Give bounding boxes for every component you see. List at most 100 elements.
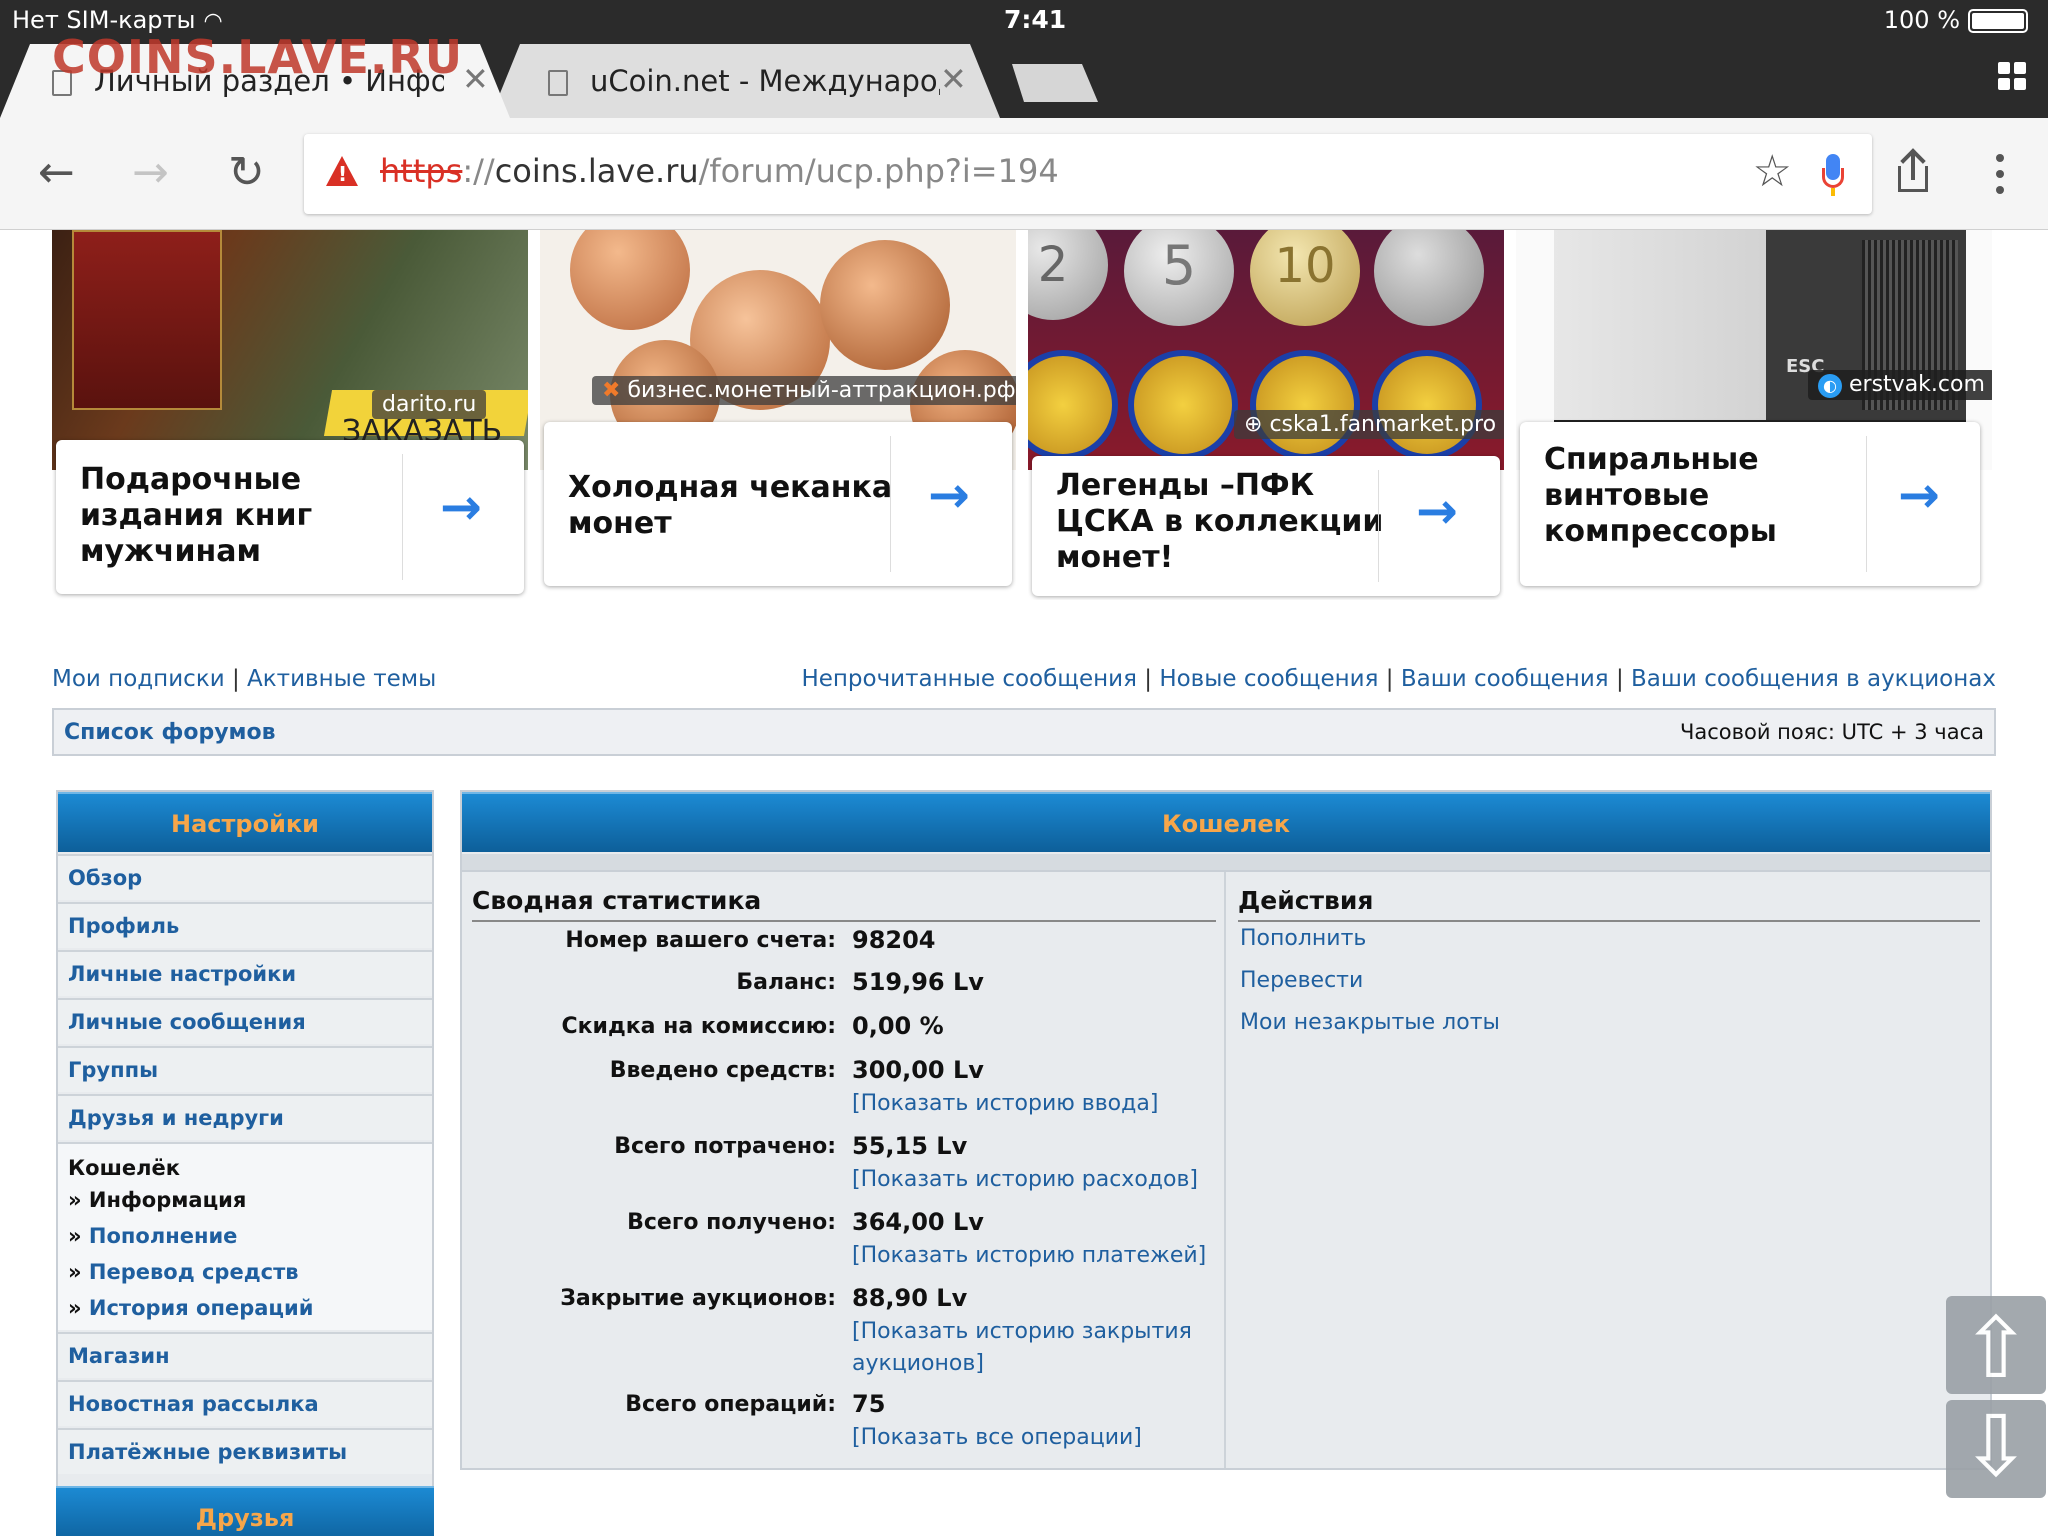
- deposit-history-link[interactable]: [Показать историю ввода]: [852, 1088, 1158, 1120]
- sidebar-item-profile[interactable]: Профиль: [58, 902, 432, 948]
- url-text[interactable]: https://coins.lave.ru/forum/ucp.php?i=19…: [380, 152, 1059, 190]
- ad-card[interactable]: Подарочные издания книг мужчинам →: [56, 440, 524, 594]
- actions-column: Действия Пополнить Перевести Мои незакры…: [1228, 872, 1992, 1468]
- auction-history-link[interactable]: [Показать историю закрытия аукционов]: [852, 1316, 1192, 1380]
- link-auction-posts[interactable]: Ваши сообщения в аукционах: [1631, 666, 1996, 692]
- sidebar-item-groups[interactable]: Группы: [58, 1046, 432, 1092]
- link-your-posts[interactable]: Ваши сообщения: [1401, 666, 1609, 692]
- close-icon[interactable]: ✕: [462, 60, 489, 98]
- wallet-link-deposit[interactable]: » Пополнение: [68, 1224, 237, 1248]
- stat-label: Введено средств:: [609, 1058, 836, 1083]
- sidebar-item-friends-foes[interactable]: Друзья и недруги: [58, 1094, 432, 1140]
- ad-card[interactable]: Спиральные винтовые компрессоры →: [1520, 422, 1980, 586]
- stat-value: 364,00 Lv: [852, 1208, 984, 1236]
- url-separator: ://: [462, 152, 495, 190]
- payment-history-link[interactable]: [Показать историю платежей]: [852, 1240, 1206, 1272]
- arrow-up-icon: ⇧: [1960, 1299, 2032, 1397]
- ad-source: darito.ru: [372, 390, 487, 419]
- ad-cska[interactable]: 2 5 10 ⊕ cska1.fanmarket.pro Легенды –ПФ…: [1028, 230, 1504, 600]
- arrow-right-icon[interactable]: →: [928, 466, 970, 524]
- coin-5: 5: [1124, 230, 1234, 326]
- sidebar-item-shop[interactable]: Магазин: [58, 1332, 432, 1378]
- url-host: coins.lave.ru: [494, 152, 699, 190]
- tab-switcher-icon[interactable]: [1998, 62, 2028, 92]
- arrow-right-icon[interactable]: →: [440, 478, 482, 536]
- ad-title: Легенды –ПФК ЦСКА в коллекции монет!: [1056, 468, 1384, 575]
- action-open-lots-link[interactable]: Мои незакрытые лоты: [1240, 1010, 1500, 1035]
- bullet: »: [68, 1260, 82, 1284]
- stat-label: Баланс:: [736, 970, 836, 995]
- scroll-down-button[interactable]: ⇩: [1946, 1400, 2046, 1498]
- more-menu-icon[interactable]: [1996, 154, 2004, 194]
- forum-list-link[interactable]: Список форумов: [64, 720, 276, 745]
- ad-card[interactable]: Легенды –ПФК ЦСКА в коллекции монет! →: [1032, 456, 1500, 596]
- microphone-icon[interactable]: [1822, 154, 1844, 198]
- actions-title: Действия: [1238, 886, 1374, 915]
- link-separator: |: [1608, 666, 1632, 692]
- ad-divider: [1378, 470, 1379, 582]
- sidebar-item-label: Профиль: [68, 914, 180, 938]
- expense-history-link[interactable]: [Показать историю расходов]: [852, 1164, 1198, 1196]
- arrow-down-icon: ⇩: [1960, 1397, 2032, 1495]
- sidebar-title: Настройки: [58, 792, 432, 852]
- all-operations-link[interactable]: [Показать все операции]: [852, 1422, 1142, 1454]
- address-bar[interactable]: https://coins.lave.ru/forum/ucp.php?i=19…: [304, 134, 1872, 214]
- coin-10: 10: [1250, 230, 1360, 326]
- ad-books[interactable]: ЗАКАЗАТЬ darito.ru Подарочные издания кн…: [52, 230, 528, 600]
- ad-divider: [1866, 436, 1867, 572]
- wallet-link-history[interactable]: » История операций: [68, 1296, 313, 1320]
- stat-label: Всего потрачено:: [614, 1134, 836, 1159]
- coin-cska: [1128, 350, 1238, 460]
- tab-ucoin[interactable]: uCoin.net - Международны ✕: [490, 44, 1000, 118]
- link-active-topics[interactable]: Активные темы: [247, 666, 436, 692]
- reload-icon[interactable]: ↻: [228, 148, 265, 198]
- quick-links-right: Непрочитанные сообщения | Новые сообщени…: [801, 666, 1996, 692]
- link-new[interactable]: Новые сообщения: [1159, 666, 1378, 692]
- back-arrow-icon[interactable]: ←: [38, 148, 75, 198]
- new-tab-button[interactable]: [1012, 64, 1098, 102]
- link-unread[interactable]: Непрочитанные сообщения: [801, 666, 1137, 692]
- wallet-link-transfer[interactable]: » Перевод средств: [68, 1260, 299, 1284]
- ad-compressors[interactable]: ESC ◐ erstvak.com Спиральные винтовые ко…: [1516, 230, 1992, 600]
- scroll-up-button[interactable]: ⇧: [1946, 1296, 2046, 1394]
- stat-value: 98204: [852, 926, 936, 954]
- battery-icon: [1968, 9, 2028, 33]
- sidebar-item-overview[interactable]: Обзор: [58, 854, 432, 900]
- ad-card[interactable]: Холодная чеканка монет →: [544, 422, 1012, 586]
- action-deposit-link[interactable]: Пополнить: [1240, 926, 1366, 951]
- url-path: /forum/ucp.php?i=194: [698, 152, 1059, 190]
- status-battery: 100 %: [1884, 6, 2028, 34]
- wallet-current-label: Информация: [88, 1188, 247, 1212]
- stat-value: 75: [852, 1390, 886, 1418]
- ad-source: ◐ erstvak.com: [1808, 370, 1992, 400]
- arrow-right-icon[interactable]: →: [1898, 466, 1940, 524]
- wallet-title: Кошелёк: [68, 1156, 181, 1180]
- link-separator: |: [224, 666, 248, 692]
- stat-value: 519,96 Lv: [852, 968, 984, 996]
- wallet-panel-title: Кошелек: [462, 792, 1990, 852]
- sidebar-item-payment-details[interactable]: Платёжные реквизиты: [58, 1428, 432, 1474]
- ad-divider: [890, 436, 891, 572]
- sidebar-item-messages[interactable]: Личные сообщения: [58, 998, 432, 1044]
- auction-history-link-line1: [Показать историю закрытия: [852, 1319, 1192, 1344]
- hammer-icon: ✖: [602, 378, 621, 403]
- source-logo-icon: ◐: [1818, 374, 1842, 398]
- bookmark-star-icon[interactable]: ☆: [1753, 146, 1792, 197]
- ad-source-text: cska1.fanmarket.pro: [1269, 412, 1497, 437]
- wallet-current-item: » Информация: [68, 1188, 246, 1212]
- close-icon[interactable]: ✕: [940, 60, 967, 98]
- sidebar-item-preferences[interactable]: Личные настройки: [58, 950, 432, 996]
- share-icon[interactable]: [1898, 148, 1928, 192]
- forward-arrow-icon[interactable]: →: [132, 148, 169, 198]
- ad-title: Холодная чеканка монет: [568, 470, 893, 541]
- panel-subheader: [462, 854, 1990, 872]
- arrow-right-icon[interactable]: →: [1416, 482, 1458, 540]
- watermark: COINS.LAVE.RU: [52, 30, 464, 84]
- wallet-link-label: Перевод средств: [88, 1260, 299, 1284]
- action-transfer-link[interactable]: Перевести: [1240, 968, 1363, 993]
- browser-toolbar: ← → ↻ https://coins.lave.ru/forum/ucp.ph…: [0, 118, 2048, 230]
- sidebar-item-newsletter[interactable]: Новостная рассылка: [58, 1380, 432, 1426]
- warning-icon: [326, 156, 358, 186]
- link-subscriptions[interactable]: Мои подписки: [52, 666, 225, 692]
- ad-minting[interactable]: ✖ бизнес.монетный-аттракцион.рф Холодная…: [540, 230, 1016, 600]
